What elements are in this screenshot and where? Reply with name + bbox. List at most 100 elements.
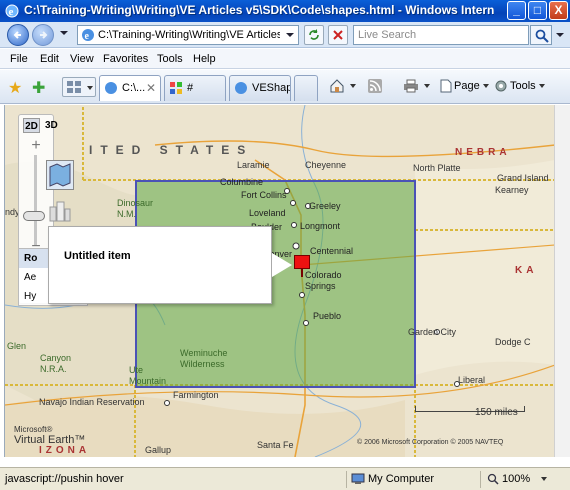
tab-close-icon[interactable]: ✕ xyxy=(146,81,156,95)
buildings-icon xyxy=(49,201,71,222)
pushpin-icon[interactable] xyxy=(294,255,310,269)
map-label-region: Navajo Indian Reservation xyxy=(39,397,145,407)
menu-view[interactable]: View xyxy=(70,53,94,65)
zoom-slider-handle[interactable] xyxy=(23,211,45,221)
menu-tools[interactable]: Tools xyxy=(157,53,183,65)
history-dropdown[interactable] xyxy=(60,31,68,35)
road-view-icon[interactable] xyxy=(46,160,74,190)
back-button[interactable] xyxy=(7,24,29,46)
map-label-city: North Platte xyxy=(413,163,461,173)
search-field[interactable]: Live Search xyxy=(353,25,529,45)
map-label-arizona: IZONA xyxy=(39,445,91,456)
zoom-in-button[interactable]: + xyxy=(27,138,45,154)
tools-menu-button[interactable]: Tools xyxy=(494,79,545,93)
map-label-nebraska: NEBRA xyxy=(455,147,511,158)
address-field[interactable]: e C:\Training-Writing\Writing\VE Article… xyxy=(77,25,299,45)
scale-label: 150 miles xyxy=(475,407,518,418)
tools-menu-label: Tools xyxy=(510,79,536,92)
address-value: C:\Training-Writing\Writing\VE Articles … xyxy=(98,29,280,41)
map-label-city: Kearney xyxy=(495,185,529,195)
feeds-button[interactable] xyxy=(368,79,384,93)
zoom-level-button[interactable]: 100% xyxy=(480,471,548,488)
add-favorite-icon[interactable]: ✚ xyxy=(32,78,45,98)
tab-label: C:\... xyxy=(122,82,146,94)
minimize-button[interactable]: _ xyxy=(507,1,526,20)
virtual-earth-logo: Microsoft® Virtual Earth™ xyxy=(14,425,85,446)
map-label-city: Pueblo xyxy=(313,311,342,321)
logo-virtual-earth: Virtual Earth™ xyxy=(14,434,86,446)
internet-explorer-icon: e xyxy=(5,4,19,18)
page-menu-button[interactable]: Page xyxy=(440,79,489,93)
search-button[interactable] xyxy=(530,25,552,45)
window-title: C:\Training-Writing\Writing\VE Articles … xyxy=(24,3,494,17)
mode-3d-button[interactable]: 3D xyxy=(43,118,60,133)
map-label-kansas: KA xyxy=(515,265,538,276)
map-label-city: Centennial xyxy=(310,246,354,256)
map-label-park: Canyon N.R.A. xyxy=(40,353,72,374)
birdseye-view-icon[interactable] xyxy=(46,197,74,225)
map-viewport[interactable]: ITED STATES NEBRA KA IZONA Laramie Cheye… xyxy=(4,105,554,457)
tab-veshapes[interactable]: VEShap... xyxy=(229,75,291,101)
mode-2d-button[interactable]: 2D xyxy=(23,118,40,133)
pushpin-pole xyxy=(301,269,303,277)
forward-arrow-icon xyxy=(40,31,48,39)
zoom-dropdown-icon xyxy=(541,477,548,482)
infobox-title: Untitled item xyxy=(64,250,131,262)
refresh-button[interactable] xyxy=(304,25,324,45)
page-icon xyxy=(440,79,452,93)
print-icon xyxy=(404,79,418,93)
security-zone[interactable]: My Computer xyxy=(346,471,434,488)
map-label-city: Grand Island xyxy=(497,173,549,183)
zoom-label: 100% xyxy=(502,473,531,485)
vertical-scrollbar[interactable] xyxy=(554,105,570,457)
title-bar: e C:\Training-Writing\Writing\VE Article… xyxy=(0,0,570,22)
menu-bar: File Edit View Favorites Tools Help xyxy=(0,49,570,69)
stop-button[interactable] xyxy=(328,25,348,45)
forward-button[interactable] xyxy=(32,24,54,46)
tab-label: # xyxy=(187,82,194,94)
map-label-city: Colorado Springs xyxy=(305,270,342,291)
map-label-city: Loveland xyxy=(249,208,286,218)
map-label-united-states: ITED STATES xyxy=(89,143,254,157)
status-bar: javascript://pushin hover My Computer 10… xyxy=(0,467,570,490)
tab-page-icon xyxy=(105,82,117,94)
menu-help[interactable]: Help xyxy=(193,53,216,65)
menu-favorites[interactable]: Favorites xyxy=(103,53,148,65)
map-label-city: Gallup xyxy=(145,445,172,455)
refresh-icon xyxy=(309,29,319,40)
search-dropdown-icon[interactable] xyxy=(556,33,564,37)
new-tab-button[interactable] xyxy=(294,75,318,101)
map-copyright: © 2006 Microsoft Corporation © 2005 NAVT… xyxy=(357,439,504,446)
address-row: e C:\Training-Writing\Writing\VE Article… xyxy=(0,22,570,48)
search-placeholder: Live Search xyxy=(358,29,417,41)
quick-tabs-button[interactable] xyxy=(62,77,96,97)
map-label-park: Dinosaur N.M. xyxy=(117,198,154,219)
maximize-button[interactable]: □ xyxy=(528,1,547,20)
gear-icon xyxy=(495,80,507,92)
tab-label: VEShap... xyxy=(252,82,290,94)
tab-hash[interactable]: # xyxy=(164,75,226,101)
close-button[interactable]: X xyxy=(549,1,568,20)
stop-icon xyxy=(333,30,343,40)
map-style-icon xyxy=(49,163,71,187)
print-button[interactable] xyxy=(403,79,430,93)
map-label-city: Cheyenne xyxy=(305,160,347,170)
map-label-city: Liberal xyxy=(458,375,486,385)
menu-edit[interactable]: Edit xyxy=(40,53,59,65)
svg-text:e: e xyxy=(85,31,90,42)
computer-icon xyxy=(351,473,365,485)
rss-feed-icon xyxy=(368,79,382,93)
menu-file[interactable]: File xyxy=(10,53,28,65)
address-dropdown-icon[interactable] xyxy=(286,33,294,37)
zoom-track[interactable] xyxy=(34,155,37,245)
tab-shapes[interactable]: C:\... ✕ xyxy=(99,75,161,101)
favorites-star-icon[interactable]: ★ xyxy=(8,78,22,98)
map-label-city: Columbine xyxy=(220,177,264,187)
page-icon: e xyxy=(82,29,94,42)
page-menu-label: Page xyxy=(454,79,480,92)
home-button[interactable] xyxy=(329,79,356,93)
zone-label: My Computer xyxy=(368,473,435,485)
windows-flag-icon xyxy=(170,82,182,94)
map-label-city: Santa Fe xyxy=(257,440,294,450)
status-text: javascript://pushin hover xyxy=(5,473,124,485)
